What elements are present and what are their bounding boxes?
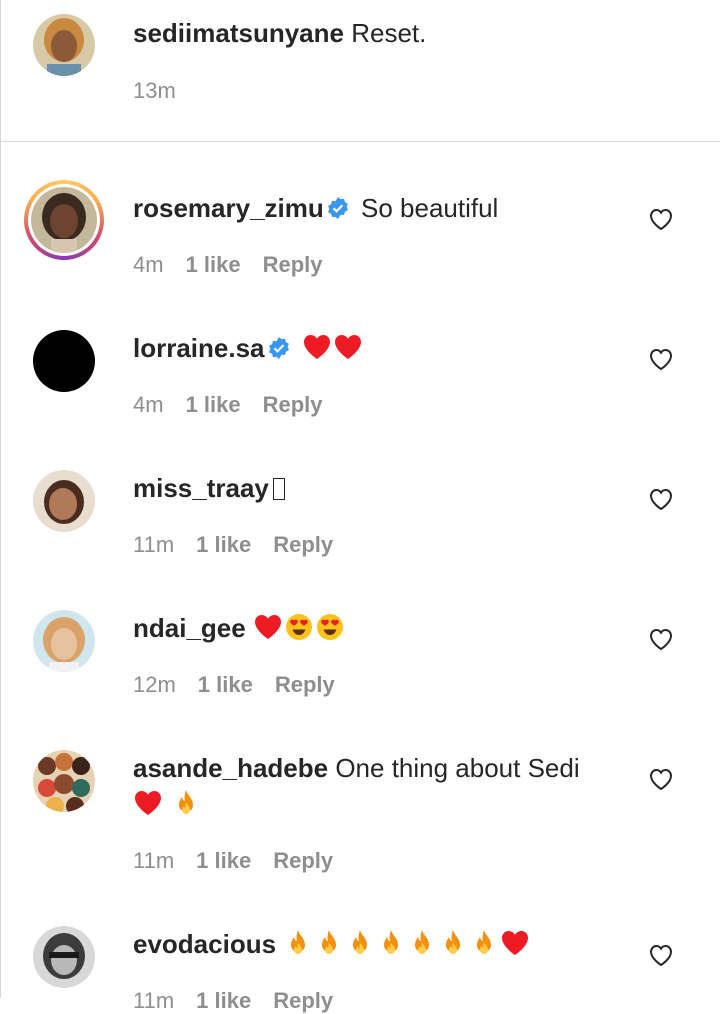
like-heart-icon[interactable] [648,347,674,371]
comment-text: lorraine.sa [133,330,613,366]
comment-username[interactable]: lorraine.sa [133,333,265,363]
comment-meta: 4m 1 like Reply [133,252,345,278]
comment-text: asande_hadebe One thing about Sedi [133,750,613,822]
fire-icon [384,930,399,954]
fire-icon [353,930,368,954]
likes-count[interactable]: 1 like [186,392,241,417]
reply-button[interactable]: Reply [273,988,333,1013]
caption-time: 13m [133,78,176,103]
caption-body: Reset. [351,18,427,48]
likes-count[interactable]: 1 like [198,672,253,697]
story-ring-avatar[interactable] [24,180,104,260]
comment-text: miss_traay [133,470,613,506]
like-heart-icon[interactable] [648,627,674,651]
comment-username[interactable]: asande_hadebe [133,753,328,783]
caption-username[interactable]: sediimatsunyane [133,18,344,48]
comment-username[interactable]: miss_traay [133,473,269,503]
red-heart-icon [254,615,281,639]
comment-username[interactable]: ndai_gee [133,613,246,643]
avatar [31,187,97,253]
red-heart-icon [303,335,330,359]
avatar[interactable] [33,14,95,76]
comment-text: rosemary_zimu So beautiful [133,190,613,226]
comment-text: ndai_gee [133,610,613,646]
comment-meta: 11m 1 like Reply [133,848,355,874]
like-heart-icon[interactable] [648,487,674,511]
heart-eyes-icon [285,614,312,640]
comment-meta: 11m 1 like Reply [133,532,355,558]
heart-eyes-icon [316,614,343,640]
verified-badge-icon [268,337,289,359]
comment-time: 11m [133,532,175,557]
avatar[interactable] [33,750,95,812]
fire-icon [179,790,194,814]
likes-count[interactable]: 1 like [196,988,251,1013]
like-heart-icon[interactable] [648,207,674,231]
reply-button[interactable]: Reply [263,252,323,277]
reply-button[interactable]: Reply [273,848,333,873]
red-heart-icon [135,791,161,815]
comment-time: 4m [133,392,164,417]
comment-meta: 12m 1 like Reply [133,672,357,698]
fire-icon [291,930,306,954]
comment-time: 4m [133,252,164,277]
missing-glyph-icon [272,478,285,500]
comment-username[interactable]: evodacious [133,929,276,959]
comment-time: 11m [133,848,175,873]
comment-username[interactable]: rosemary_zimu [133,193,324,223]
fire-icon [415,930,430,954]
red-heart-icon [502,931,529,955]
fire-icon [446,930,461,954]
comment-meta: 4m 1 like Reply [133,392,345,418]
reply-button[interactable]: Reply [275,672,335,697]
fire-icon [322,930,337,954]
divider [0,141,720,142]
comment-meta: 11m 1 like Reply [133,988,355,1014]
avatar[interactable] [33,330,95,392]
post-caption: sediimatsunyane Reset. 13m [0,0,720,142]
like-heart-icon[interactable] [648,767,674,791]
reply-button[interactable]: Reply [263,392,323,417]
reply-button[interactable]: Reply [273,532,333,557]
comment-body: One thing about Sedi [335,753,580,783]
avatar[interactable] [33,926,95,988]
red-heart-icon [334,335,361,359]
left-border [0,0,1,998]
fire-icon [477,930,492,954]
caption-text: sediimatsunyane Reset. [133,14,426,52]
likes-count[interactable]: 1 like [186,252,241,277]
like-heart-icon[interactable] [648,943,674,967]
likes-count[interactable]: 1 like [196,532,251,557]
comment-body: So beautiful [361,193,499,223]
verified-badge-icon [327,197,348,219]
comment-time: 12m [133,672,176,697]
avatar[interactable] [33,610,95,672]
avatar[interactable] [33,470,95,532]
comment-text: evodacious [133,926,613,962]
likes-count[interactable]: 1 like [196,848,251,873]
comment-time: 11m [133,988,175,1013]
